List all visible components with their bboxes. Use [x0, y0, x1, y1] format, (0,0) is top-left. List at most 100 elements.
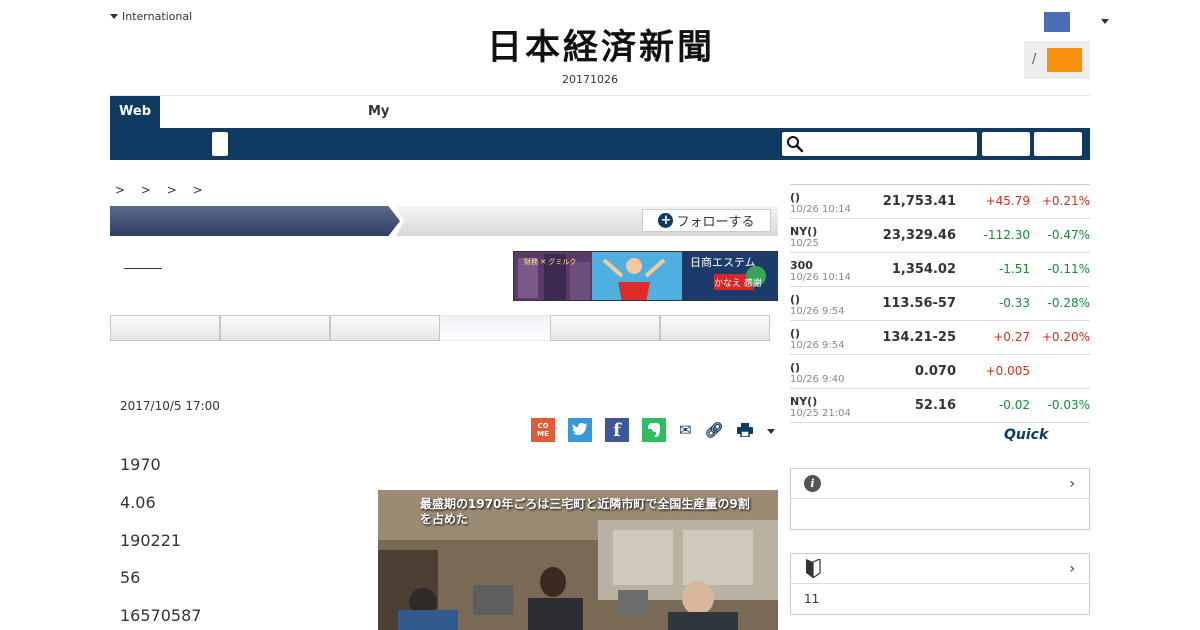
sub-tab-3[interactable] [330, 315, 440, 341]
market-table: () 10/26 10:14 21,753.41 +45.79 +0.21% N… [790, 184, 1090, 423]
article-paragraph: 16570587 [120, 606, 202, 625]
caret-down-icon [110, 14, 118, 19]
login-button[interactable] [1047, 48, 1082, 72]
breadcrumb[interactable]: > > > > [115, 183, 209, 197]
market-name: () [790, 361, 801, 374]
mail-icon[interactable]: ✉ [679, 421, 692, 439]
photo-caption: 最盛期の1970年ごろは三宅町と近隣市町で全国生産量の9割を占めた [420, 497, 750, 526]
market-time: 10/26 10:14 [790, 204, 851, 215]
info-box-body [791, 499, 1089, 529]
market-change: -0.02 [998, 398, 1030, 412]
market-pct: +0.20% [1041, 330, 1090, 344]
sub-tab-2[interactable] [220, 315, 330, 341]
market-name: 300 [790, 259, 813, 272]
market-change: +45.79 [985, 194, 1030, 208]
market-name: NY() [790, 225, 818, 238]
login-separator: / [1032, 52, 1037, 67]
search-input[interactable] [808, 136, 972, 152]
nav-extra-button[interactable] [1034, 132, 1082, 156]
come-share-button[interactable]: COME [531, 418, 555, 442]
twitter-icon[interactable] [568, 418, 592, 442]
beginner-box: › 11 [790, 553, 1090, 615]
clip-icon[interactable]: 🔗︎ [705, 421, 724, 439]
beginner-mark-icon [805, 558, 821, 582]
plus-icon: + [658, 213, 674, 228]
sub-tabs [110, 315, 770, 341]
market-value: 113.56-57 [882, 296, 956, 311]
site-logo[interactable]: 日本経済新聞 [455, 28, 747, 68]
market-pct: -0.11% [1047, 262, 1090, 276]
search-box[interactable] [782, 132, 977, 156]
article-paragraph: 56 [120, 568, 141, 587]
article-paragraph: 1970 [120, 455, 161, 474]
tab-web[interactable]: Web [110, 96, 160, 128]
quick-logo[interactable]: Quick [1004, 427, 1048, 443]
market-change: +0.005 [985, 364, 1030, 378]
tab-my[interactable]: My [368, 104, 389, 119]
info-icon: i [804, 475, 821, 492]
market-name: () [790, 191, 801, 204]
sub-tab-4-active[interactable] [440, 315, 550, 341]
market-value: 1,354.02 [891, 262, 956, 277]
info-box-header[interactable]: i › [791, 469, 1089, 499]
follow-label: フォローする [676, 215, 755, 230]
evernote-icon[interactable] [642, 418, 666, 442]
header-divider [110, 95, 1090, 96]
market-row[interactable]: () 10/26 9:54 113.56-57 -0.33 -0.28% [790, 287, 1090, 321]
share-more-caret-icon[interactable] [767, 429, 775, 434]
market-pct: -0.28% [1047, 296, 1090, 310]
come-label: COME [537, 422, 549, 438]
banner-image: 財務 ✕ グミルク 日商エステム かなえ 感謝 [514, 252, 777, 300]
account-icon[interactable] [1044, 12, 1070, 32]
search-button[interactable] [982, 132, 1030, 156]
market-pct: -0.47% [1047, 228, 1090, 242]
market-value: 21,753.41 [882, 194, 956, 209]
share-bar: COME f ✉ 🔗︎ [531, 418, 766, 442]
market-time: 10/25 21:04 [790, 408, 851, 419]
market-row[interactable]: () 10/26 10:14 21,753.41 +45.79 +0.21% [790, 185, 1090, 219]
market-row[interactable]: 300 10/26 10:14 1,354.02 -1.51 -0.11% [790, 253, 1090, 287]
sub-tab-5[interactable] [550, 315, 660, 341]
beginner-box-body: 11 [804, 592, 820, 606]
market-value: 23,329.46 [882, 228, 956, 243]
market-time: 10/26 9:54 [790, 340, 845, 351]
market-pct: +0.21% [1041, 194, 1090, 208]
search-icon[interactable] [786, 135, 804, 153]
market-row[interactable]: () 10/26 9:54 134.21-25 +0.27 +0.20% [790, 321, 1090, 355]
account-caret-icon[interactable] [1101, 19, 1109, 24]
nav-menu-item[interactable] [212, 132, 228, 156]
ad-banner[interactable]: 財務 ✕ グミルク 日商エステム かなえ 感謝 [513, 251, 778, 301]
market-change: -0.33 [998, 296, 1030, 310]
region-selector[interactable]: International [110, 10, 192, 23]
banner-text-left: 財務 ✕ グミルク [524, 257, 576, 266]
market-value: 52.16 [914, 398, 956, 413]
facebook-icon[interactable]: f [605, 418, 629, 442]
market-name: () [790, 293, 801, 306]
market-time: 10/26 9:54 [790, 306, 845, 317]
banner-text-right: 日商エステム [690, 255, 756, 269]
article-paragraph: 190221 [120, 531, 182, 550]
section-title-bar [110, 206, 400, 236]
edition-date: 20171026 [562, 73, 618, 86]
chevron-right-icon: › [1069, 476, 1075, 492]
info-box: i › [790, 468, 1090, 530]
market-row[interactable]: NY() 10/25 23,329.46 -112.30 -0.47% [790, 219, 1090, 253]
article-date: 2017/10/5 17:00 [120, 399, 220, 413]
market-name: () [790, 327, 801, 340]
market-change: -112.30 [983, 228, 1030, 242]
market-pct: -0.03% [1047, 398, 1090, 412]
follow-button[interactable]: + フォローする [642, 209, 771, 232]
market-row[interactable]: NY() 10/25 21:04 52.16 -0.02 -0.03% [790, 389, 1090, 423]
sub-tab-6[interactable] [660, 315, 770, 341]
print-icon[interactable] [736, 423, 753, 437]
market-row[interactable]: () 10/26 9:40 0.070 +0.005 [790, 355, 1090, 389]
market-value: 0.070 [914, 364, 956, 379]
market-time: 10/26 10:14 [790, 272, 851, 283]
sub-link[interactable] [124, 268, 162, 269]
banner-text-sub: かなえ 感謝 [714, 277, 762, 289]
beginner-box-header[interactable]: › [791, 554, 1089, 584]
market-value: 134.21-25 [882, 330, 956, 345]
market-time: 10/25 [790, 238, 819, 249]
article-paragraph: 4.06 [120, 493, 156, 512]
sub-tab-1[interactable] [110, 315, 220, 341]
